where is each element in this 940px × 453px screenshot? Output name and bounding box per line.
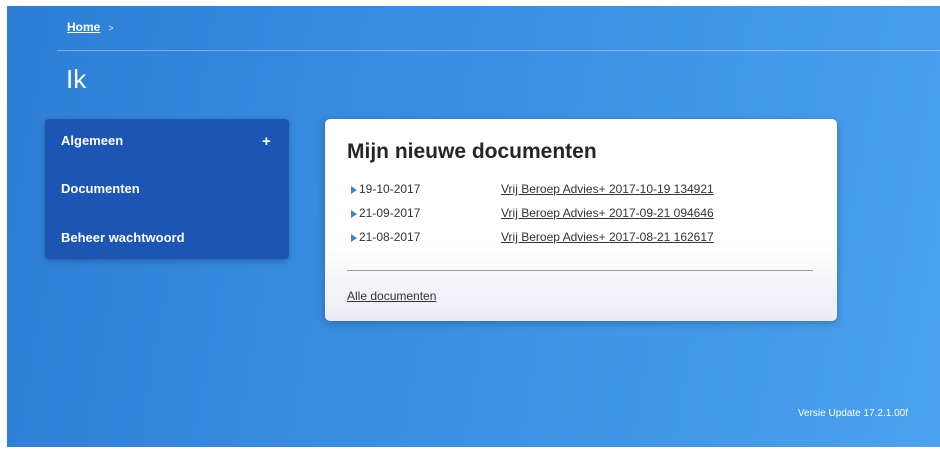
document-date: 19-10-2017 [359, 182, 421, 196]
sidebar-nav: Algemeen + Documenten Beheer wachtwoord [45, 119, 289, 259]
triangle-bullet-icon [351, 234, 357, 242]
card-title: Mijn nieuwe documenten [347, 140, 597, 163]
document-date: 21-08-2017 [359, 230, 421, 244]
document-date: 21-09-2017 [359, 206, 421, 220]
documents-card: Mijn nieuwe documenten 19-10-2017 Vrij B… [325, 119, 837, 321]
triangle-bullet-icon [351, 186, 357, 194]
all-documents-link[interactable]: Alle documenten [347, 289, 436, 303]
sidebar-item-algemeen[interactable]: Algemeen [61, 133, 123, 148]
document-link[interactable]: Vrij Beroep Advies+ 2017-10-19 134921 [501, 182, 714, 196]
document-link[interactable]: Vrij Beroep Advies+ 2017-09-21 094646 [501, 206, 714, 220]
expand-plus-icon[interactable]: + [262, 133, 271, 150]
version-label: Versie Update 17.2.1.00f [797, 408, 908, 419]
page-background: Home > Ik Algemeen + Documenten Beheer wa… [7, 6, 940, 447]
breadcrumb-separator: > [108, 23, 114, 33]
sidebar-item-beheer-wachtwoord[interactable]: Beheer wachtwoord [61, 230, 185, 245]
header-divider [57, 50, 940, 51]
breadcrumb-home-link[interactable]: Home [67, 20, 100, 34]
triangle-bullet-icon [351, 210, 357, 218]
breadcrumb: Home > [67, 20, 114, 34]
sidebar-item-documenten[interactable]: Documenten [61, 181, 140, 196]
page-title: Ik [66, 64, 87, 94]
document-link[interactable]: Vrij Beroep Advies+ 2017-08-21 162617 [501, 230, 714, 244]
card-divider [347, 270, 813, 271]
